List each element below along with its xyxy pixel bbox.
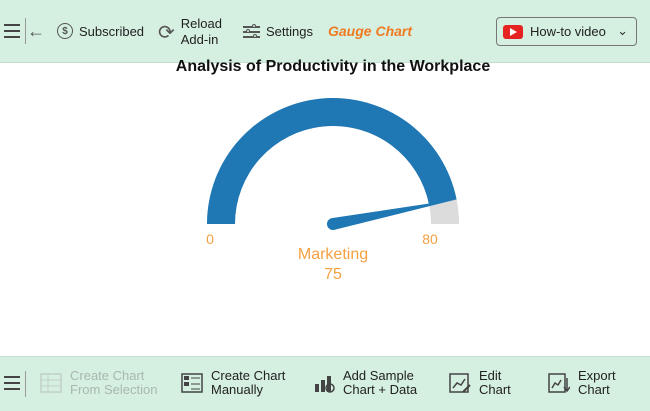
table-edit-icon (181, 372, 203, 394)
gauge-category-label: Marketing (298, 246, 368, 263)
gauge-max-label: 80 (422, 231, 438, 247)
chart-export-icon (548, 372, 571, 394)
add-sample-label: Add Sample Chart + Data (343, 368, 418, 397)
gauge-chart: 0 80 Marketing 75 (206, 97, 459, 283)
gauge-value-label: 75 (324, 266, 342, 283)
gauge-hub (327, 218, 339, 230)
create-manually-button[interactable]: Create Chart Manually (181, 369, 287, 397)
bottom-toolbar: Create Chart From Selection Create Chart… (0, 356, 650, 411)
chart-edit-icon (449, 372, 471, 394)
bottom-divider (25, 371, 26, 397)
export-chart-label: Export Chart (578, 368, 616, 397)
bottom-menu-icon[interactable] (3, 373, 21, 393)
export-chart-button[interactable]: Export Chart (548, 369, 622, 397)
edit-chart-button[interactable]: Edit Chart (449, 369, 519, 397)
create-from-selection-label: Create Chart From Selection (70, 368, 158, 397)
table-select-icon (40, 372, 62, 394)
create-from-selection-button[interactable]: Create Chart From Selection (40, 369, 160, 397)
gauge-min-label: 0 (206, 231, 214, 247)
sample-chart-icon (313, 372, 335, 394)
create-manually-label: Create Chart Manually (211, 368, 286, 397)
add-sample-button[interactable]: Add Sample Chart + Data (313, 369, 419, 397)
edit-chart-label: Edit Chart (479, 368, 511, 397)
